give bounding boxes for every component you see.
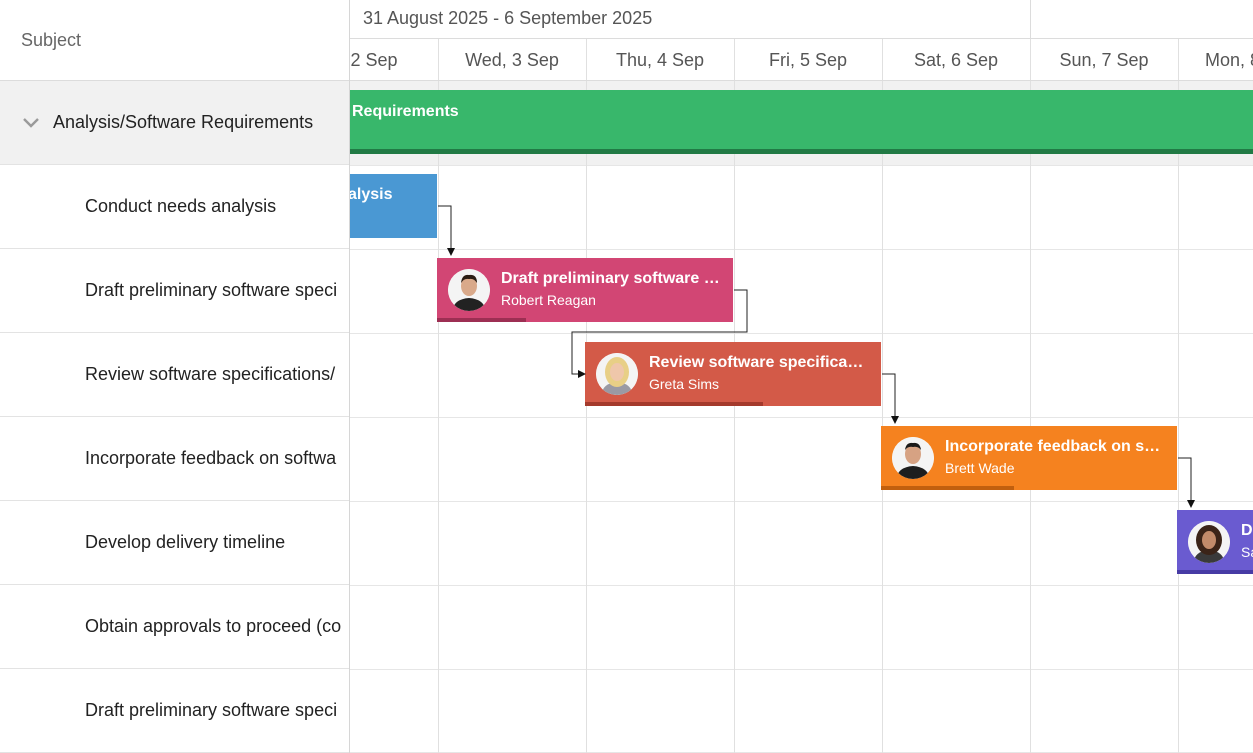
week-header: 31 August 2025 - 6 September 2025 — [350, 0, 1253, 39]
task-bar-delivery-timeline[interactable]: D Sa — [1177, 510, 1253, 574]
day-header-cell: Wed, 3 Sep — [465, 49, 559, 70]
row-divider — [350, 165, 1253, 166]
group-summary-bar[interactable]: Requirements — [350, 90, 1253, 154]
task-bar-review-spec[interactable]: Review software specifica… Greta Sims — [585, 342, 881, 406]
day-header-cell: Sat, 6 Sep — [913, 49, 999, 70]
row-divider — [350, 333, 1253, 334]
avatar — [892, 437, 934, 479]
dependency-link — [438, 205, 455, 256]
week-divider — [1030, 0, 1031, 39]
tree-row-group[interactable]: Analysis/Software Requirements — [0, 81, 349, 165]
task-owner: Sa — [1241, 544, 1253, 560]
dependency-link — [1178, 457, 1195, 508]
day-header-cell: Mon, 8 — [1205, 49, 1253, 70]
task-title: alysis — [350, 186, 393, 203]
tree-row[interactable]: Conduct needs analysis — [0, 165, 349, 249]
task-title: Draft preliminary software … — [501, 270, 720, 287]
tree-row[interactable]: Draft preliminary software speci — [0, 249, 349, 333]
day-header-cell: Sun, 7 Sep — [1059, 49, 1149, 70]
day-header-cell: e, 2 Sep — [350, 49, 398, 70]
subject-column-header: Subject — [21, 29, 82, 50]
dependency-link — [882, 373, 899, 424]
task-owner: Robert Reagan — [501, 292, 596, 308]
row-divider — [350, 585, 1253, 586]
gantt-timeline[interactable]: 31 August 2025 - 6 September 2025 e, 2 S… — [350, 0, 1253, 753]
avatar — [448, 269, 490, 311]
task-owner: Greta Sims — [649, 376, 720, 392]
task-title: D — [1241, 522, 1253, 539]
avatar — [1188, 521, 1230, 563]
task-title: Incorporate feedback on s… — [945, 438, 1161, 455]
tree-row[interactable]: Incorporate feedback on softwa — [0, 417, 349, 501]
tree-row-label: Draft preliminary software speci — [85, 280, 338, 300]
tree-group-label: Analysis/Software Requirements — [53, 112, 314, 132]
task-progress — [437, 318, 526, 322]
tree-row[interactable]: Obtain approvals to proceed (co — [0, 585, 349, 669]
avatar — [596, 353, 638, 395]
tree-header[interactable]: Subject — [0, 0, 349, 81]
task-progress — [585, 402, 763, 406]
row-divider — [350, 501, 1253, 502]
task-progress — [350, 149, 1253, 154]
week-range-label: 31 August 2025 - 6 September 2025 — [363, 8, 653, 28]
row-divider — [350, 249, 1253, 250]
row-divider — [350, 417, 1253, 418]
tree-row-label: Conduct needs analysis — [85, 196, 277, 216]
task-title: Requirements — [352, 103, 459, 120]
task-bar-needs-analysis[interactable]: alysis — [350, 174, 437, 238]
tree-row-label: Obtain approvals to proceed (co — [85, 616, 342, 636]
tree-row-label: Review software specifications/ — [85, 364, 336, 384]
task-owner: Brett Wade — [945, 460, 1015, 476]
tree-row[interactable]: Review software specifications/ — [0, 333, 349, 417]
tree-row[interactable]: Develop delivery timeline — [0, 501, 349, 585]
task-bar-incorporate-feedback[interactable]: Incorporate feedback on s… Brett Wade — [881, 426, 1177, 490]
tree-row[interactable]: Draft preliminary software speci — [0, 669, 349, 753]
tree-row-label: Incorporate feedback on softwa — [85, 448, 337, 468]
day-header-cell: Fri, 5 Sep — [768, 49, 848, 70]
task-progress — [881, 486, 1015, 490]
row-divider — [350, 669, 1253, 670]
task-tree-panel: Subject Analysis/Software Requirements C… — [0, 0, 350, 753]
day-header: e, 2 Sep Wed, 3 Sep Thu, 4 Sep Fri, 5 Se… — [350, 39, 1253, 81]
task-bar-draft-spec[interactable]: Draft preliminary software … Robert Reag… — [437, 258, 733, 322]
day-header-cell: Thu, 4 Sep — [615, 49, 705, 70]
task-progress — [1177, 570, 1253, 574]
task-title: Review software specifica… — [649, 354, 864, 371]
chevron-down-icon[interactable] — [21, 113, 41, 133]
tree-row-label: Develop delivery timeline — [85, 532, 286, 552]
tree-row-label: Draft preliminary software speci — [85, 700, 338, 720]
